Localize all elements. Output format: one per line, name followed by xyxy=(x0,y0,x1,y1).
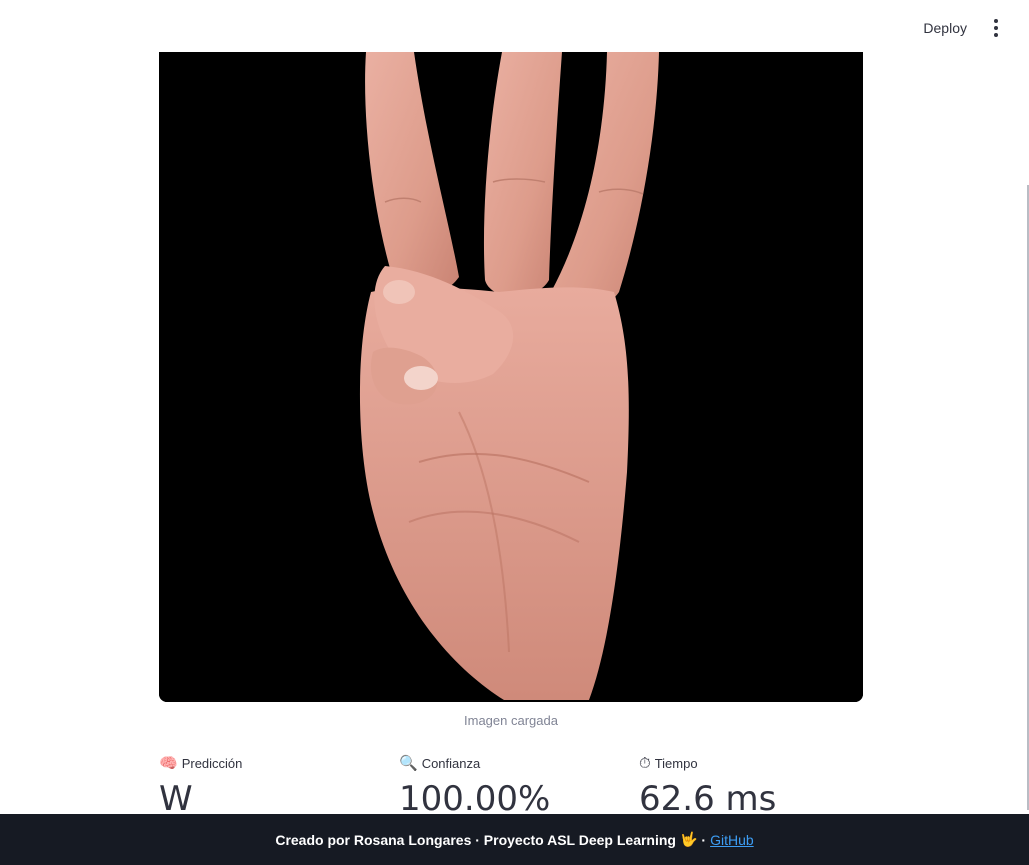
metric-value: W xyxy=(159,779,193,819)
metric-label: Predicción xyxy=(181,755,243,771)
uploaded-image xyxy=(159,52,863,702)
stopwatch-icon: ⏱ xyxy=(639,754,651,772)
hand-sign-image xyxy=(159,52,863,702)
metric-time: ⏱ Tiempo 62.6 ms xyxy=(639,753,777,820)
metric-confidence: 🔍 Confianza 100.00% xyxy=(399,753,551,820)
footer: Creado por Rosana Longares · Proyecto AS… xyxy=(0,814,1029,865)
metric-label: Tiempo xyxy=(654,755,698,771)
footer-separator: · xyxy=(701,831,707,848)
footer-text: Creado por Rosana Longares · Proyecto AS… xyxy=(275,831,676,848)
metric-prediction: 🧠 Predicción W xyxy=(159,753,243,820)
vertical-ellipsis-icon[interactable] xyxy=(989,16,1003,40)
metric-value: 62.6 ms xyxy=(639,779,777,819)
brain-icon: 🧠 xyxy=(159,754,178,772)
top-toolbar: Deploy xyxy=(0,0,1029,52)
github-link[interactable]: GitHub xyxy=(710,832,754,848)
image-caption: Imagen cargada xyxy=(464,713,558,728)
app-page: Deploy Imagen cargada 🧠 Predicción W 🔍 C… xyxy=(0,0,1029,865)
metric-value: 100.00% xyxy=(399,779,551,819)
deploy-button[interactable]: Deploy xyxy=(919,18,971,38)
magnifier-icon: 🔍 xyxy=(399,754,418,772)
metric-label: Confianza xyxy=(421,755,481,771)
rock-hand-icon: 🤟 xyxy=(679,831,698,847)
